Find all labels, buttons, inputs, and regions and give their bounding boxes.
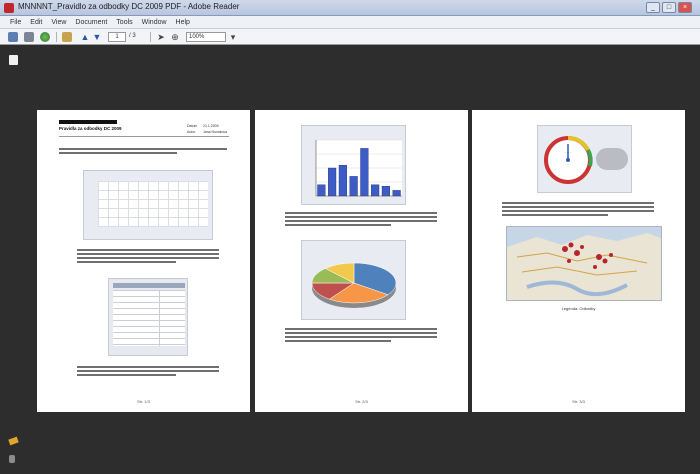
divider — [59, 136, 229, 137]
line-chart-plot — [98, 181, 208, 227]
attachments-icon[interactable] — [8, 436, 19, 446]
meta-value: 21.1.2009 — [203, 124, 219, 128]
page-total-label: / 3 — [129, 33, 136, 39]
window-title: MNNNNT_Pravidlo za odbodky DC 2009 PDF -… — [18, 2, 240, 11]
line-chart — [83, 170, 213, 240]
globe-icon[interactable] — [40, 32, 50, 42]
toolbar-separator — [150, 32, 151, 42]
maximize-button[interactable]: □ — [662, 2, 676, 13]
bar-chart — [301, 125, 406, 205]
bar — [381, 186, 390, 197]
header-bar — [59, 120, 117, 124]
pdf-reader-window: MNNNNT_Pravidlo za odbodky DC 2009 PDF -… — [0, 0, 700, 474]
bar — [328, 167, 337, 197]
zoom-icon[interactable]: ⊕ — [170, 32, 180, 42]
minimize-button[interactable]: _ — [646, 2, 660, 13]
paragraph — [285, 212, 437, 228]
menu-document[interactable]: Document — [75, 16, 107, 28]
mail-icon[interactable] — [62, 32, 72, 42]
paragraph — [285, 328, 437, 344]
navigation-panel — [0, 45, 28, 474]
map-caption: Legenda: Odbodky — [561, 306, 596, 311]
page-number: Str. 3/3 — [572, 399, 585, 404]
page-up-icon[interactable]: ▲ — [80, 32, 90, 42]
menu-bar: File Edit View Document Tools Window Hel… — [0, 16, 700, 29]
chevron-down-icon[interactable]: ▾ — [228, 32, 238, 42]
paragraph — [502, 202, 654, 218]
paragraph — [77, 366, 219, 378]
page-number: Str. 1/3 — [137, 399, 150, 404]
zoom-input[interactable]: 100% — [186, 32, 226, 42]
select-icon[interactable]: ➤ — [156, 32, 166, 42]
gauge-readout — [596, 148, 628, 170]
map — [506, 226, 662, 301]
bar — [392, 190, 401, 197]
bar — [360, 148, 369, 197]
menu-file[interactable]: File — [10, 16, 21, 28]
pie-chart-canvas — [311, 262, 397, 308]
bar — [349, 176, 358, 197]
data-table — [108, 278, 188, 356]
bar — [371, 184, 380, 197]
close-button[interactable]: × — [678, 2, 692, 13]
pie-chart — [301, 240, 406, 320]
page-down-icon[interactable]: ▼ — [92, 32, 102, 42]
paragraph — [59, 148, 227, 156]
page-number: Str. 2/3 — [355, 399, 368, 404]
menu-view[interactable]: View — [51, 16, 66, 28]
toolbar-separator — [56, 32, 57, 42]
title-bar: MNNNNT_Pravidlo za odbodky DC 2009 PDF -… — [0, 0, 700, 16]
gauge-canvas — [544, 135, 628, 184]
signatures-icon[interactable] — [9, 455, 15, 463]
page-number-input[interactable]: 1 — [108, 32, 126, 42]
bar-chart-canvas — [315, 139, 402, 197]
gauge-figure — [537, 125, 632, 193]
document-title: Pravidla za odbodky DC 2009 — [59, 126, 122, 131]
table-rows — [113, 290, 185, 346]
meta-label: Autor — [187, 130, 196, 134]
bar — [338, 165, 347, 197]
menu-tools[interactable]: Tools — [116, 16, 132, 28]
paragraph — [77, 249, 219, 265]
meta-value: Jana Novakova — [203, 130, 228, 134]
menu-edit[interactable]: Edit — [30, 16, 42, 28]
document-page-1: Pravidla za odbodky DC 2009 Datum 21.1.2… — [37, 110, 250, 412]
adobe-reader-icon — [4, 3, 14, 13]
map-canvas — [507, 233, 661, 300]
document-page-3: Legenda: Odbodky Str. 3/3 — [472, 110, 685, 412]
table-column-divider — [159, 290, 160, 346]
print-icon[interactable] — [24, 32, 34, 42]
gauge-hub — [566, 158, 570, 162]
menu-help[interactable]: Help — [176, 16, 190, 28]
meta-label: Datum — [187, 124, 198, 128]
document-page-2: Str. 2/3 — [255, 110, 468, 412]
pages-icon[interactable] — [9, 52, 18, 65]
save-icon[interactable] — [8, 32, 18, 42]
bar — [317, 184, 326, 197]
menu-window[interactable]: Window — [142, 16, 167, 28]
toolbar: ▲ ▼ 1 / 3 ➤ ⊕ 100% ▾ — [0, 29, 700, 45]
table-header — [113, 283, 185, 288]
